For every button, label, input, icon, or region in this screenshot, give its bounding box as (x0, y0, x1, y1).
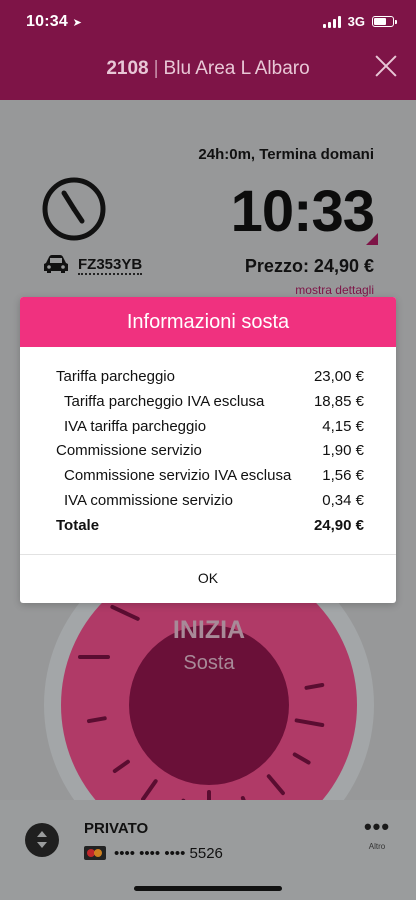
close-button[interactable] (374, 54, 398, 78)
fee-row-parking-net: Tariffa parcheggio IVA esclusa 18,85 € (56, 390, 364, 415)
fee-label: Commissione servizio (56, 442, 202, 460)
title-separator: | (153, 58, 159, 79)
fee-row-parking: Tariffa parcheggio 23,00 € (56, 365, 364, 390)
fee-value: 18,85 € (313, 392, 364, 410)
price-label: Prezzo: 24,90 € (244, 256, 374, 276)
fee-label: Totale (56, 516, 100, 534)
card-number: •••• •••• •••• 5526 (114, 845, 223, 862)
fee-value: 23,00 € (313, 368, 364, 385)
fee-label: Tariffa parcheggio (56, 368, 175, 385)
account-switch-button[interactable] (25, 823, 59, 857)
duration-text: 24h:0m, Termina domani (198, 146, 374, 163)
fee-value: 4,15 € (322, 417, 364, 435)
dial-action-label: INIZIA (172, 616, 246, 644)
show-details-link[interactable]: mostra dettagli (295, 283, 374, 297)
fee-row-service-vat: IVA commissione servizio 0,34 € (56, 489, 364, 514)
fee-value: 24,90 € (313, 516, 364, 534)
dial-action-sub: Sosta (183, 652, 235, 674)
location-arrow-icon: ➤ (72, 17, 82, 29)
more-label: Altro (368, 842, 386, 851)
car-icon (44, 255, 68, 273)
corner-marker (366, 233, 378, 245)
fee-label: Tariffa parcheggio IVA esclusa (64, 392, 265, 410)
fee-breakdown: Tariffa parcheggio 23,00 € Tariffa parche… (20, 347, 396, 539)
license-plate[interactable]: FZ353YB (78, 256, 143, 275)
fee-row-total: Totale 24,90 € (56, 514, 364, 539)
account-type: PRIVATO (84, 820, 149, 837)
end-time: 10:33 (230, 179, 375, 244)
modal-title: Informazioni sosta (20, 297, 396, 347)
fee-value: 1,56 € (322, 467, 364, 485)
status-bar: 10:34 ➤ 3G (0, 0, 416, 44)
ok-button[interactable]: OK (20, 555, 396, 603)
zone-code: 2108 (106, 58, 149, 79)
network-label: 3G (347, 14, 365, 29)
fee-value: 1,90 € (322, 442, 364, 460)
home-indicator (134, 886, 282, 891)
more-button[interactable]: ••• Altro (360, 814, 394, 852)
zone-name: Blu Area L Albaro (163, 58, 310, 79)
zone-title: 2108 | Blu Area L Albaro (0, 58, 416, 80)
status-time: 10:34 ➤ (26, 13, 82, 30)
fee-row-parking-vat: IVA tariffa parcheggio 4,15 € (56, 415, 364, 440)
fee-label: Commissione servizio IVA esclusa (64, 467, 292, 485)
fee-row-service-net: Commissione servizio IVA esclusa 1,56 € (56, 464, 364, 489)
parking-info-modal: Informazioni sosta Tariffa parcheggio 23,… (20, 297, 396, 603)
battery-icon (372, 16, 397, 27)
clock-icon (42, 177, 106, 241)
app-header: 2108 | Blu Area L Albaro (0, 44, 416, 100)
signal-icon (322, 15, 341, 28)
fee-label: IVA commissione servizio (64, 491, 233, 509)
mastercard-icon (84, 846, 106, 860)
fee-value: 0,34 € (322, 491, 364, 509)
more-dots-icon: ••• (363, 814, 391, 839)
fee-label: IVA tariffa parcheggio (64, 417, 207, 435)
fee-row-service: Commissione servizio 1,90 € (56, 439, 364, 464)
